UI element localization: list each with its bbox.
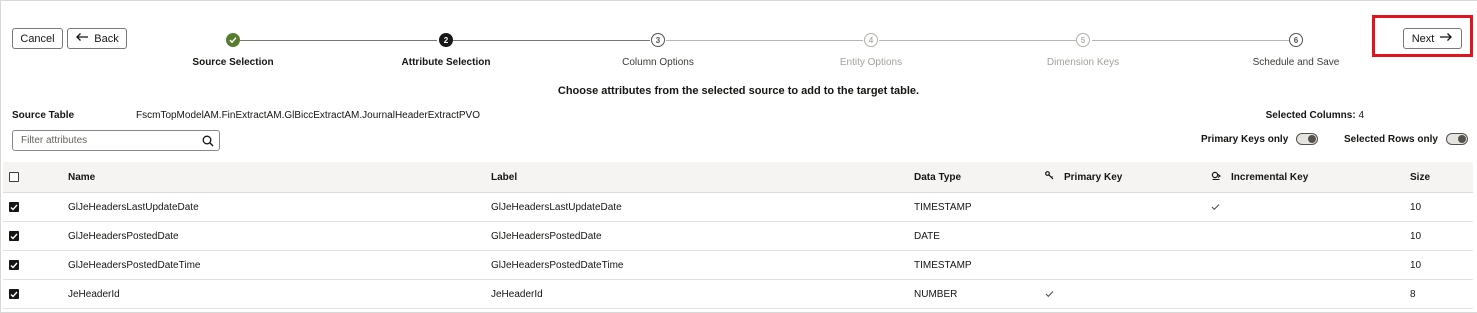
column-header-primary-key[interactable]: Primary Key: [1045, 162, 1122, 192]
selected-columns-count: 4: [1358, 110, 1364, 121]
select-all-checkbox[interactable]: [9, 172, 19, 182]
search-icon[interactable]: [197, 135, 219, 147]
row-checkbox-checked[interactable]: [9, 289, 19, 299]
filter-attributes-input[interactable]: [21, 135, 197, 146]
step-source-selection-check-icon[interactable]: [226, 33, 240, 47]
cancel-button[interactable]: Cancel: [12, 28, 63, 49]
column-header-name[interactable]: Name: [68, 162, 95, 192]
cell-size: 8: [1410, 288, 1416, 300]
table-row[interactable]: GlJeHeadersPostedDate GlJeHeadersPostedD…: [3, 222, 1473, 251]
row-checkbox-cell: [9, 280, 19, 308]
primary-keys-only-label: Primary Keys only: [1201, 133, 1289, 145]
cell-data-type: DATE: [914, 230, 940, 242]
selected-rows-only-label: Selected Rows only: [1344, 133, 1438, 145]
table-header-row: Name Label Data Type Primary Key Increme…: [3, 162, 1473, 193]
cell-name: JeHeaderId: [68, 288, 120, 300]
step-entity-options: 4: [864, 33, 878, 47]
cell-name: GlJeHeadersLastUpdateDate: [68, 201, 199, 213]
selected-columns: Selected Columns: 4: [1266, 110, 1364, 121]
instruction-text: Choose attributes from the selected sour…: [557, 85, 920, 97]
step-dimension-keys: 5: [1076, 33, 1090, 47]
cell-label: GlJeHeadersPostedDate: [491, 230, 602, 242]
step-attribute-selection[interactable]: 2: [439, 33, 453, 47]
arrow-right-icon: [1439, 30, 1453, 45]
incremental-key-header-label: Incremental Key: [1231, 171, 1309, 183]
train-connector: [1092, 40, 1289, 41]
cancel-button-label: Cancel: [20, 32, 55, 45]
incremental-key-check-icon: [1211, 193, 1220, 221]
select-all-checkbox-cell: [9, 162, 19, 192]
column-header-data-type[interactable]: Data Type: [914, 162, 961, 192]
step-label-dimension-keys: Dimension Keys: [1046, 57, 1120, 68]
step-column-options[interactable]: 3: [651, 33, 665, 47]
filter-attributes-field[interactable]: [12, 130, 220, 151]
step-schedule-and-save[interactable]: 6: [1289, 33, 1303, 47]
next-button[interactable]: Next: [1403, 28, 1462, 49]
cell-data-type: TIMESTAMP: [914, 259, 972, 271]
step-label-attribute-selection[interactable]: Attribute Selection: [366, 57, 526, 68]
primary-keys-only-toggle[interactable]: [1296, 133, 1319, 145]
selected-columns-label: Selected Columns:: [1265, 110, 1356, 121]
step-label-source-selection[interactable]: Source Selection: [153, 57, 313, 68]
table-row[interactable]: JeHeaderId JeHeaderId NUMBER 8: [3, 280, 1473, 309]
cell-size: 10: [1410, 259, 1422, 271]
train-connector: [666, 40, 863, 41]
back-button[interactable]: Back: [67, 28, 127, 49]
row-checkbox-cell: [9, 193, 19, 221]
selected-rows-only-toggle-group: Selected Rows only: [1344, 133, 1468, 145]
selected-rows-only-toggle[interactable]: [1445, 133, 1468, 145]
cell-label: GlJeHeadersPostedDateTime: [491, 259, 624, 271]
incremental-key-icon: [1211, 171, 1222, 184]
row-checkbox-checked[interactable]: [9, 202, 19, 212]
primary-key-check-icon: [1045, 280, 1054, 308]
source-table-label: Source Table: [12, 110, 75, 121]
column-header-incremental-key[interactable]: Incremental Key: [1211, 162, 1308, 192]
row-checkbox-checked[interactable]: [9, 260, 19, 270]
step-label-entity-options: Entity Options: [839, 57, 903, 68]
cell-data-type: NUMBER: [914, 288, 958, 300]
primary-key-header-label: Primary Key: [1064, 171, 1123, 183]
column-header-size[interactable]: Size: [1410, 162, 1430, 192]
step-label-schedule-and-save[interactable]: Schedule and Save: [1216, 57, 1376, 68]
row-checkbox-checked[interactable]: [9, 231, 19, 241]
table-row[interactable]: GlJeHeadersPostedDateTime GlJeHeadersPos…: [3, 251, 1473, 280]
cell-name: GlJeHeadersPostedDate: [68, 230, 179, 242]
train-connector: [879, 40, 1076, 41]
train-connector: [240, 40, 437, 41]
key-icon: [1045, 171, 1054, 183]
cell-label: JeHeaderId: [491, 288, 543, 300]
cell-label: GlJeHeadersLastUpdateDate: [491, 201, 622, 213]
source-table-value: FscmTopModelAM.FinExtractAM.GlBiccExtrac…: [136, 110, 480, 121]
row-checkbox-cell: [9, 251, 19, 279]
cell-size: 10: [1410, 230, 1422, 242]
step-label-column-options[interactable]: Column Options: [578, 57, 738, 68]
cell-size: 10: [1410, 201, 1422, 213]
cell-data-type: TIMESTAMP: [914, 201, 972, 213]
back-button-label: Back: [94, 32, 119, 45]
table-row[interactable]: GlJeHeadersLastUpdateDate GlJeHeadersLas…: [3, 193, 1473, 222]
train-connector: [453, 40, 650, 41]
column-header-label[interactable]: Label: [491, 162, 517, 192]
next-button-label: Next: [1411, 32, 1435, 45]
row-checkbox-cell: [9, 222, 19, 250]
primary-keys-only-toggle-group: Primary Keys only: [1201, 133, 1319, 145]
arrow-left-icon: [75, 30, 89, 45]
cell-name: GlJeHeadersPostedDateTime: [68, 259, 201, 271]
